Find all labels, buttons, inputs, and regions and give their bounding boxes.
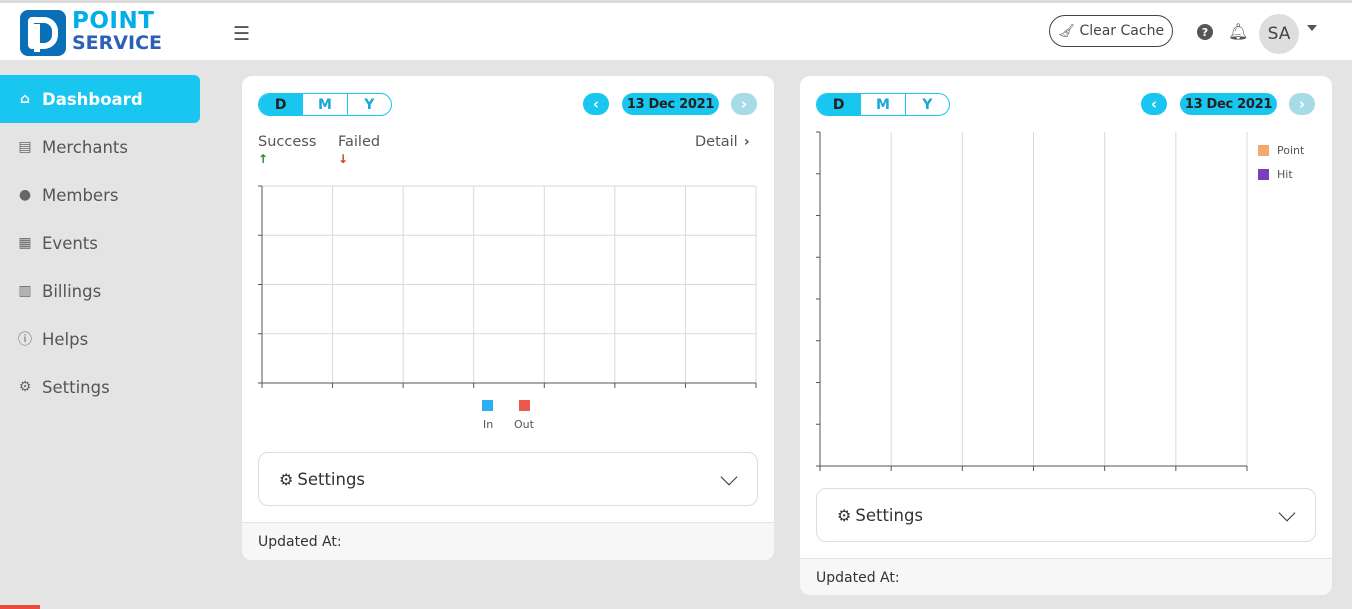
gears-icon: ⚙ xyxy=(279,469,294,489)
sidebar-item-events[interactable]: ▦ Events xyxy=(0,219,200,267)
logo-mark-icon xyxy=(20,10,66,56)
period-toggle: D M Y xyxy=(258,93,392,116)
legend-point-swatch xyxy=(1258,145,1269,156)
settings-accordion[interactable]: ⚙ Settings xyxy=(258,452,758,506)
success-label: Success xyxy=(258,134,317,150)
legend-out-label: Out xyxy=(514,418,534,431)
help-icon[interactable]: ? xyxy=(1197,24,1213,40)
transactions-card: D M Y ‹ 13 Dec 2021 › Success Failed ↑ ↓… xyxy=(242,76,774,560)
date-display[interactable]: 13 Dec 2021 xyxy=(622,93,719,115)
gears-icon: ⚙ xyxy=(837,505,852,525)
sidebar-item-label: Helps xyxy=(42,329,89,349)
failed-label: Failed xyxy=(338,134,381,150)
next-date-button[interactable]: › xyxy=(731,93,757,115)
legend-in-swatch xyxy=(482,400,493,411)
sidebar-item-members[interactable]: ● Members xyxy=(0,171,200,219)
app-logo[interactable]: POINT SERVICE xyxy=(20,8,162,58)
period-toggle: D M Y xyxy=(816,93,950,116)
previous-date-button[interactable]: ‹ xyxy=(583,93,609,115)
updated-at-footer: Updated At: xyxy=(242,522,774,560)
menu-toggle-icon[interactable]: ☰ xyxy=(233,23,250,45)
clear-cache-button[interactable]: 🧹︎ Clear Cache xyxy=(1049,15,1173,47)
sidebar-item-label: Merchants xyxy=(42,137,128,157)
date-display[interactable]: 13 Dec 2021 xyxy=(1180,93,1277,115)
users-icon: ● xyxy=(18,187,32,203)
period-day-button[interactable]: D xyxy=(817,94,862,115)
sidebar: ⌂ Dashboard ▤ Merchants ● Members ▦ Even… xyxy=(0,75,200,411)
sidebar-item-dashboard[interactable]: ⌂ Dashboard xyxy=(0,75,200,123)
sidebar-item-billings[interactable]: ▥ Billings xyxy=(0,267,200,315)
legend-in-label: In xyxy=(483,418,494,431)
detail-link[interactable]: Detail › xyxy=(695,134,750,150)
sidebar-item-helps[interactable]: ⓘ Helps xyxy=(0,315,200,363)
chevron-down-icon[interactable] xyxy=(1307,25,1317,31)
updated-at-footer: Updated At: xyxy=(800,558,1332,595)
period-year-button[interactable]: Y xyxy=(348,94,391,115)
period-day-button[interactable]: D xyxy=(259,94,304,115)
points-card: D M Y ‹ 13 Dec 2021 › Point Hit ⚙ Settin… xyxy=(800,76,1332,595)
transactions-chart xyxy=(258,185,757,388)
clear-cache-label: Clear Cache xyxy=(1079,23,1165,39)
logo-text: POINT SERVICE xyxy=(72,8,162,55)
period-month-button[interactable]: M xyxy=(861,94,906,115)
previous-date-button[interactable]: ‹ xyxy=(1141,93,1167,115)
sidebar-item-merchants[interactable]: ▤ Merchants xyxy=(0,123,200,171)
store-icon: ▤ xyxy=(18,139,32,155)
settings-accordion[interactable]: ⚙ Settings xyxy=(816,488,1316,542)
sidebar-item-label: Members xyxy=(42,185,119,205)
chevron-down-icon xyxy=(1278,504,1296,522)
points-chart xyxy=(816,131,1248,471)
arrow-up-icon: ↑ xyxy=(258,152,269,166)
sidebar-item-label: Dashboard xyxy=(42,89,143,109)
receipt-icon: ▥ xyxy=(18,283,32,299)
settings-accordion-label: Settings xyxy=(855,505,924,525)
sidebar-item-label: Events xyxy=(42,233,98,253)
top-bar: POINT SERVICE ☰ 🧹︎ Clear Cache ? 🔔︎ SA xyxy=(0,0,1352,60)
logo-line-1: POINT xyxy=(72,8,155,34)
home-icon: ⌂ xyxy=(19,91,31,107)
question-circle-icon: ⓘ xyxy=(18,332,32,348)
legend-hit-swatch xyxy=(1258,169,1269,180)
period-year-button[interactable]: Y xyxy=(906,94,949,115)
calculator-icon: ▦ xyxy=(18,235,32,251)
corner-indicator xyxy=(0,605,40,609)
legend-out-swatch xyxy=(519,400,530,411)
sidebar-item-settings[interactable]: ⚙ Settings xyxy=(0,363,200,411)
bell-icon[interactable]: 🔔︎ xyxy=(1228,22,1248,41)
arrow-down-icon: ↓ xyxy=(338,152,349,166)
legend-point-label: Point xyxy=(1277,144,1305,157)
logo-line-2: SERVICE xyxy=(72,32,162,54)
broom-icon: 🧹︎ xyxy=(1057,23,1075,39)
avatar[interactable]: SA xyxy=(1259,14,1299,54)
detail-label: Detail xyxy=(695,134,738,150)
period-month-button[interactable]: M xyxy=(303,94,348,115)
chevron-down-icon xyxy=(720,468,738,486)
sidebar-item-label: Settings xyxy=(42,377,110,397)
settings-accordion-label: Settings xyxy=(297,469,366,489)
sidebar-item-label: Billings xyxy=(42,281,102,301)
next-date-button[interactable]: › xyxy=(1289,93,1315,115)
chevron-right-icon: › xyxy=(743,134,750,150)
legend-hit-label: Hit xyxy=(1277,168,1293,181)
gear-icon: ⚙ xyxy=(18,379,32,395)
